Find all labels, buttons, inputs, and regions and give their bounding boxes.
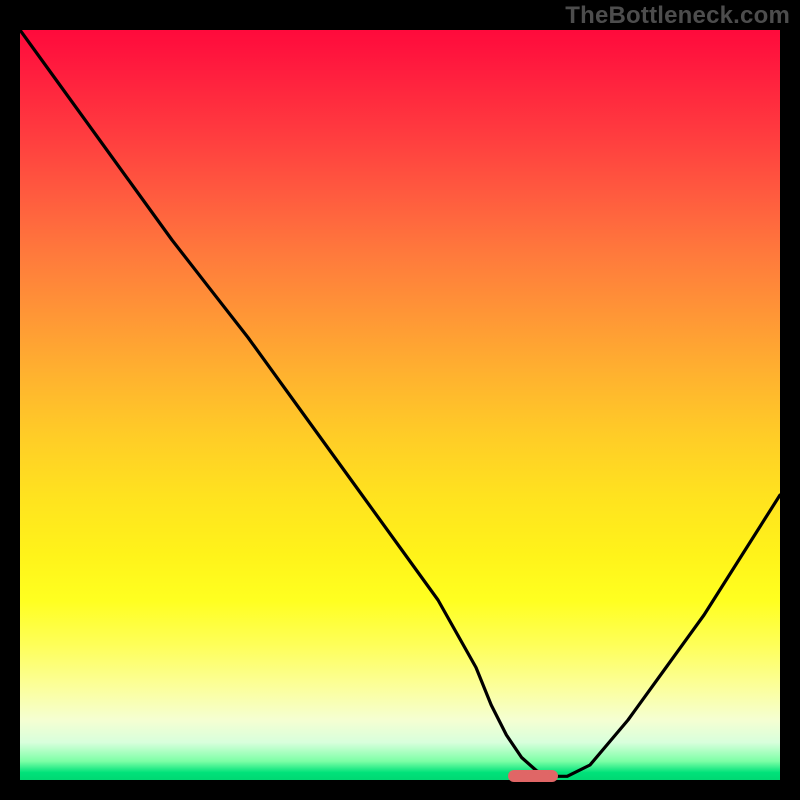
chart-frame: TheBottleneck.com bbox=[0, 0, 800, 800]
watermark-text: TheBottleneck.com bbox=[565, 2, 790, 30]
curve-svg bbox=[20, 30, 780, 780]
bottleneck-curve bbox=[20, 30, 780, 776]
optimal-marker bbox=[508, 770, 557, 782]
plot-area bbox=[20, 30, 780, 780]
